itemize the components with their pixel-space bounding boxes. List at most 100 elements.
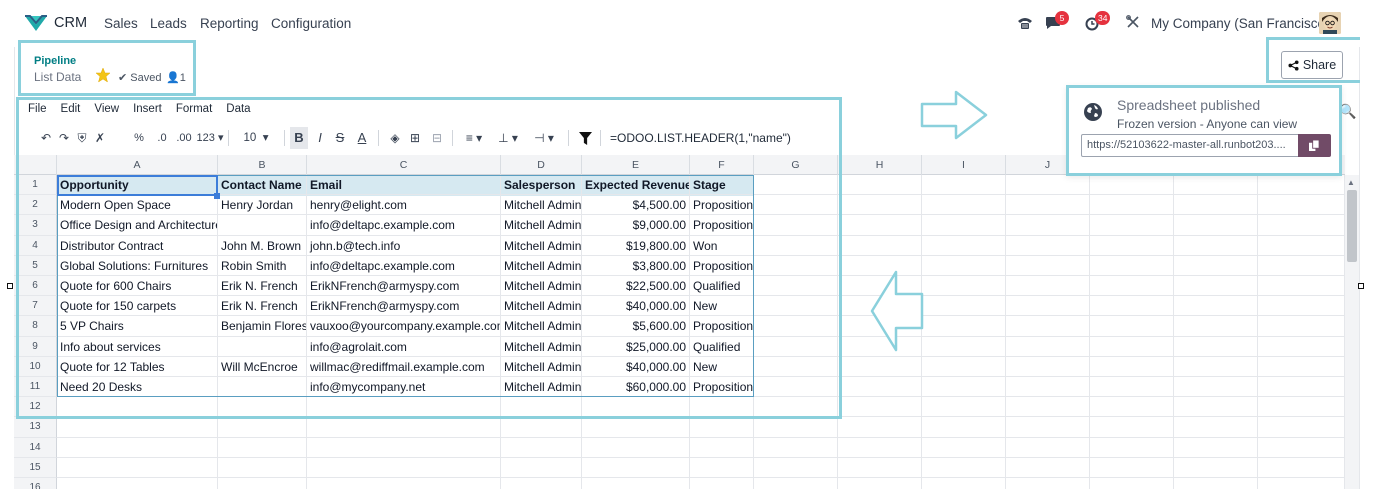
empty-cell[interactable] — [1258, 478, 1345, 489]
table-cell[interactable]: 5 VP Chairs — [57, 316, 218, 337]
empty-cell[interactable] — [838, 397, 922, 418]
empty-cell[interactable] — [1258, 215, 1345, 236]
horizontal-align-dropdown[interactable]: ≡ ▾ — [460, 127, 488, 149]
table-cell[interactable]: Proposition — [690, 195, 754, 216]
empty-cell[interactable] — [1006, 457, 1090, 478]
messages-button[interactable]: 5 — [1045, 11, 1071, 34]
empty-cell[interactable] — [1090, 336, 1174, 357]
table-cell[interactable]: Proposition — [690, 255, 754, 276]
table-cell[interactable]: willmac@rediffmail.example.com — [307, 356, 501, 377]
increase-decimal-button[interactable]: .00 — [174, 127, 194, 149]
table-cell[interactable]: Mitchell Admin — [501, 296, 582, 317]
empty-cell[interactable] — [1090, 457, 1174, 478]
empty-cell[interactable] — [1090, 356, 1174, 377]
table-cell[interactable]: Office Design and Architecture — [57, 215, 218, 236]
empty-cell[interactable] — [582, 417, 690, 438]
col-header-c[interactable]: C — [307, 155, 501, 175]
empty-cell[interactable] — [1174, 235, 1258, 256]
empty-cell[interactable] — [1006, 437, 1090, 458]
empty-cell[interactable] — [1006, 255, 1090, 276]
empty-cell[interactable] — [690, 478, 754, 489]
table-cell[interactable]: Erik N. French — [218, 276, 307, 297]
empty-cell[interactable] — [1090, 276, 1174, 297]
table-cell[interactable]: Quote for 12 Tables — [57, 356, 218, 377]
table-cell[interactable]: Mitchell Admin — [501, 356, 582, 377]
empty-cell[interactable] — [754, 195, 838, 216]
empty-cell[interactable] — [57, 457, 218, 478]
table-cell[interactable]: Quote for 150 carpets — [57, 296, 218, 317]
empty-cell[interactable] — [922, 336, 1006, 357]
text-color-button[interactable]: A — [354, 127, 370, 149]
table-cell[interactable]: Mitchell Admin — [501, 215, 582, 236]
empty-cell[interactable] — [1174, 215, 1258, 236]
empty-cell[interactable] — [57, 397, 218, 418]
table-cell[interactable]: Mitchell Admin — [501, 316, 582, 337]
autofill-handle[interactable] — [214, 193, 220, 199]
col-header-b[interactable]: B — [218, 155, 307, 175]
empty-cell[interactable] — [307, 437, 501, 458]
table-cell[interactable]: Mitchell Admin — [501, 255, 582, 276]
menu-insert[interactable]: Insert — [133, 103, 162, 115]
col-header-e[interactable]: E — [582, 155, 690, 175]
empty-cell[interactable] — [922, 417, 1006, 438]
empty-cell[interactable] — [690, 437, 754, 458]
empty-cell[interactable] — [754, 316, 838, 337]
empty-cell[interactable] — [307, 457, 501, 478]
empty-cell[interactable] — [922, 255, 1006, 276]
row-header[interactable]: 11 — [14, 377, 57, 398]
empty-cell[interactable] — [1090, 397, 1174, 418]
empty-cell[interactable] — [218, 478, 307, 489]
phone-icon[interactable] — [1017, 15, 1033, 31]
empty-cell[interactable] — [1006, 417, 1090, 438]
row-header[interactable]: 4 — [14, 235, 57, 256]
empty-cell[interactable] — [690, 417, 754, 438]
table-cell[interactable]: info@deltapc.example.com — [307, 255, 501, 276]
table-cell[interactable]: vauxoo@yourcompany.example.com — [307, 316, 501, 337]
empty-cell[interactable] — [307, 478, 501, 489]
table-cell[interactable]: $5,600.00 — [582, 316, 690, 337]
table-cell[interactable]: $9,000.00 — [582, 215, 690, 236]
empty-cell[interactable] — [1258, 397, 1345, 418]
empty-cell[interactable] — [307, 417, 501, 438]
empty-cell[interactable] — [1006, 175, 1090, 196]
empty-cell[interactable] — [1258, 437, 1345, 458]
menu-reporting[interactable]: Reporting — [200, 16, 259, 31]
font-size-dropdown[interactable]: 10 ▾ — [236, 127, 276, 149]
empty-cell[interactable] — [57, 478, 218, 489]
empty-cell[interactable] — [1006, 316, 1090, 337]
table-cell[interactable]: Global Solutions: Furnitures — [57, 255, 218, 276]
table-cell[interactable]: Proposition — [690, 377, 754, 398]
col-header-h[interactable]: H — [838, 155, 922, 175]
bold-button[interactable]: B — [290, 127, 308, 149]
row-header[interactable]: 5 — [14, 255, 57, 276]
empty-cell[interactable] — [1006, 397, 1090, 418]
empty-cell[interactable] — [1174, 276, 1258, 297]
redo-icon[interactable]: ↷ — [56, 127, 72, 149]
table-cell[interactable]: info@deltapc.example.com — [307, 215, 501, 236]
empty-cell[interactable] — [1090, 316, 1174, 337]
empty-cell[interactable] — [922, 457, 1006, 478]
empty-cell[interactable] — [1090, 437, 1174, 458]
table-cell[interactable]: Proposition — [690, 215, 754, 236]
table-cell[interactable]: Mitchell Admin — [501, 336, 582, 357]
percent-format-button[interactable]: % — [132, 127, 146, 149]
empty-cell[interactable] — [1006, 235, 1090, 256]
table-cell[interactable]: Mitchell Admin — [501, 377, 582, 398]
empty-cell[interactable] — [1174, 377, 1258, 398]
empty-cell[interactable] — [1174, 437, 1258, 458]
empty-cell[interactable] — [1006, 478, 1090, 489]
vertical-scroll-thumb[interactable] — [1347, 190, 1357, 262]
menu-leads[interactable]: Leads — [150, 16, 187, 31]
empty-cell[interactable] — [754, 296, 838, 317]
table-cell[interactable] — [218, 215, 307, 236]
empty-cell[interactable] — [1174, 356, 1258, 377]
empty-cell[interactable] — [1006, 215, 1090, 236]
italic-button[interactable]: I — [312, 127, 328, 149]
empty-cell[interactable] — [1006, 276, 1090, 297]
formula-bar[interactable]: =ODOO.LIST.HEADER(1,"name") — [610, 131, 791, 145]
app-name[interactable]: CRM — [54, 15, 87, 31]
table-cell[interactable]: Erik N. French — [218, 296, 307, 317]
vertical-align-dropdown[interactable]: ⊥ ▾ — [494, 127, 522, 149]
empty-cell[interactable] — [582, 457, 690, 478]
empty-cell[interactable] — [1174, 255, 1258, 276]
